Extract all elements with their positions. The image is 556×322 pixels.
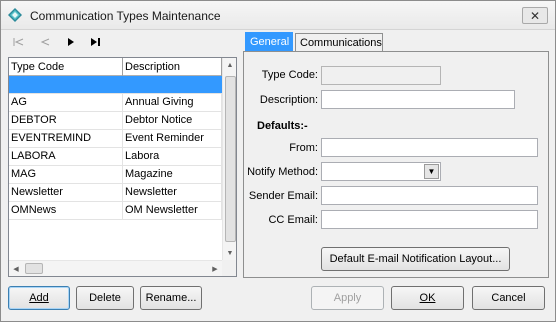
type-code-label: Type Code: — [261, 69, 318, 81]
cell-description — [123, 76, 222, 93]
cc-email-field[interactable] — [321, 210, 538, 229]
delete-button-label: Delete — [89, 292, 121, 304]
previous-record-icon[interactable] — [36, 33, 54, 51]
default-email-layout-button[interactable]: Default E-mail Notification Layout... — [321, 247, 510, 271]
from-label: From: — [289, 142, 318, 154]
cancel-button-label: Cancel — [491, 292, 526, 304]
apply-button[interactable]: Apply — [311, 286, 384, 310]
horizontal-scrollbar[interactable]: ◀ ▶ — [9, 260, 222, 276]
table-row[interactable]: OMNews OM Newsletter — [9, 202, 222, 220]
list-header: Type Code Description — [9, 58, 222, 76]
chevron-down-icon[interactable]: ▼ — [424, 164, 439, 179]
table-row[interactable]: EVENTREMIND Event Reminder — [9, 130, 222, 148]
horizontal-scroll-thumb[interactable] — [25, 263, 43, 274]
column-header-type-code[interactable]: Type Code — [9, 58, 123, 76]
cc-email-label: CC Email: — [268, 214, 318, 226]
scroll-down-icon[interactable]: ▼ — [223, 246, 236, 260]
scroll-left-icon[interactable]: ◀ — [9, 261, 23, 276]
cell-description: Annual Giving — [123, 94, 222, 111]
cell-type-code: EVENTREMIND — [9, 130, 123, 147]
table-row[interactable]: MAG Magazine — [9, 166, 222, 184]
first-record-icon[interactable] — [10, 33, 28, 51]
window-title: Communication Types Maintenance — [30, 9, 221, 23]
app-diamond-icon — [8, 8, 22, 22]
notify-method-label: Notify Method: — [247, 166, 318, 178]
table-row[interactable] — [9, 76, 222, 94]
sender-email-label: Sender Email: — [248, 190, 318, 202]
cancel-button[interactable]: Cancel — [472, 286, 545, 310]
column-header-description[interactable]: Description — [123, 58, 222, 76]
cell-description: Labora — [123, 148, 222, 165]
defaults-heading: Defaults:- — [257, 120, 308, 132]
scroll-right-icon[interactable]: ▶ — [208, 261, 222, 276]
cell-description: Magazine — [123, 166, 222, 183]
table-row[interactable]: Newsletter Newsletter — [9, 184, 222, 202]
close-button[interactable]: ✕ — [522, 7, 548, 24]
cell-description: Newsletter — [123, 184, 222, 201]
cell-type-code: DEBTOR — [9, 112, 123, 129]
cell-description: OM Newsletter — [123, 202, 222, 219]
type-list[interactable]: Type Code Description AG Annual Giving DE… — [8, 57, 237, 277]
cell-type-code — [9, 76, 123, 93]
ok-button-label: OK — [419, 292, 436, 304]
cell-type-code: MAG — [9, 166, 123, 183]
cell-type-code: LABORA — [9, 148, 123, 165]
apply-button-label: Apply — [333, 292, 362, 304]
cell-type-code: AG — [9, 94, 123, 111]
table-row[interactable]: DEBTOR Debtor Notice — [9, 112, 222, 130]
table-row[interactable]: LABORA Labora — [9, 148, 222, 166]
table-row[interactable]: AG Annual Giving — [9, 94, 222, 112]
add-button[interactable]: Add — [8, 286, 70, 310]
last-record-icon[interactable] — [87, 33, 105, 51]
cell-type-code: OMNews — [9, 202, 123, 219]
cell-description: Debtor Notice — [123, 112, 222, 129]
from-field[interactable] — [321, 138, 538, 157]
notify-method-select[interactable]: ▼ — [321, 162, 441, 181]
cell-type-code: Newsletter — [9, 184, 123, 201]
rename-button[interactable]: Rename... — [140, 286, 202, 310]
description-field[interactable] — [321, 90, 515, 109]
delete-button[interactable]: Delete — [76, 286, 134, 310]
sender-email-field[interactable] — [321, 186, 538, 205]
rename-button-label: Rename... — [145, 292, 197, 304]
title-bar: Communication Types Maintenance ✕ — [0, 0, 556, 30]
next-record-icon[interactable] — [62, 33, 80, 51]
tab-communications[interactable]: Communications — [295, 33, 383, 52]
tab-general[interactable]: General — [245, 32, 293, 52]
type-code-field — [321, 66, 441, 85]
add-button-label: Add — [29, 292, 49, 304]
vertical-scrollbar[interactable]: ▲ ▼ — [222, 58, 236, 260]
ok-button[interactable]: OK — [391, 286, 464, 310]
default-email-layout-label: Default E-mail Notification Layout... — [329, 253, 502, 265]
cell-description: Event Reminder — [123, 130, 222, 147]
scroll-corner — [222, 260, 236, 276]
description-label: Description: — [259, 94, 318, 106]
